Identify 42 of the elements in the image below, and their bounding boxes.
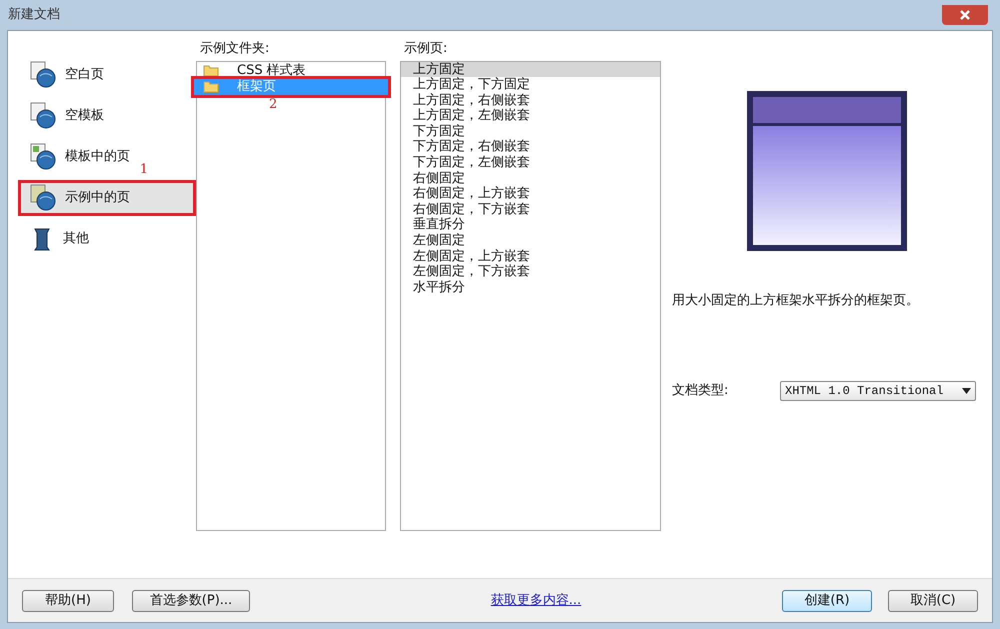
folders-label: 示例文件夹:: [200, 40, 270, 58]
document-globe-icon: [29, 61, 57, 89]
document-globe-icon: [29, 184, 57, 212]
help-button[interactable]: 帮助(H): [22, 590, 114, 612]
folder-icon: [203, 80, 219, 93]
page-item[interactable]: 右侧固定: [401, 170, 660, 186]
page-item[interactable]: 水平拆分: [401, 280, 660, 296]
page-item[interactable]: 右侧固定，下方嵌套: [401, 202, 660, 218]
document-globe-icon: [29, 102, 57, 130]
page-item[interactable]: 上方固定，左侧嵌套: [401, 108, 660, 124]
page-item[interactable]: 左侧固定，下方嵌套: [401, 264, 660, 280]
category-item[interactable]: 示例中的页: [18, 180, 196, 216]
more-content-link[interactable]: 获取更多内容...: [490, 590, 582, 610]
doctype-label: 文档类型:: [672, 382, 730, 400]
close-button[interactable]: [942, 5, 988, 25]
document-globe-icon: [29, 143, 57, 171]
cancel-button[interactable]: 取消(C): [888, 590, 978, 612]
folder-item[interactable]: CSS 样式表: [197, 62, 385, 78]
window-title: 新建文档: [8, 6, 60, 24]
category-item[interactable]: 其他: [18, 221, 100, 257]
page-item[interactable]: 左侧固定: [401, 233, 660, 249]
page-item[interactable]: 下方固定，右侧嵌套: [401, 139, 660, 156]
preferences-button[interactable]: 首选参数(P)...: [132, 590, 250, 612]
page-item[interactable]: 上方固定: [401, 62, 660, 78]
pages-label: 示例页:: [404, 40, 448, 58]
category-item[interactable]: 空白页: [18, 57, 115, 93]
annotation-number: 2: [269, 96, 278, 114]
close-icon: [960, 10, 970, 20]
page-item[interactable]: 上方固定，右侧嵌套: [401, 92, 660, 108]
category-item[interactable]: 空模板: [18, 98, 115, 134]
category-item[interactable]: 模板中的页: [18, 139, 141, 175]
page-item[interactable]: 右侧固定，上方嵌套: [401, 186, 660, 202]
page-item[interactable]: 下方固定: [401, 124, 660, 140]
page-item[interactable]: 垂直拆分: [401, 217, 660, 234]
annotation-number: 1: [140, 161, 148, 179]
caret-icon: [962, 388, 971, 394]
page-item[interactable]: 上方固定，下方固定: [401, 77, 660, 93]
doctype-select[interactable]: XHTML 1.0 Transitional: [780, 380, 976, 400]
page-item[interactable]: 下方固定，左侧嵌套: [401, 155, 660, 171]
description-text: 用大小固定的上方框架水平拆分的框架页。: [672, 292, 920, 310]
create-button[interactable]: 创建(R): [782, 590, 872, 612]
page-item[interactable]: 左侧固定，上方嵌套: [401, 248, 660, 264]
